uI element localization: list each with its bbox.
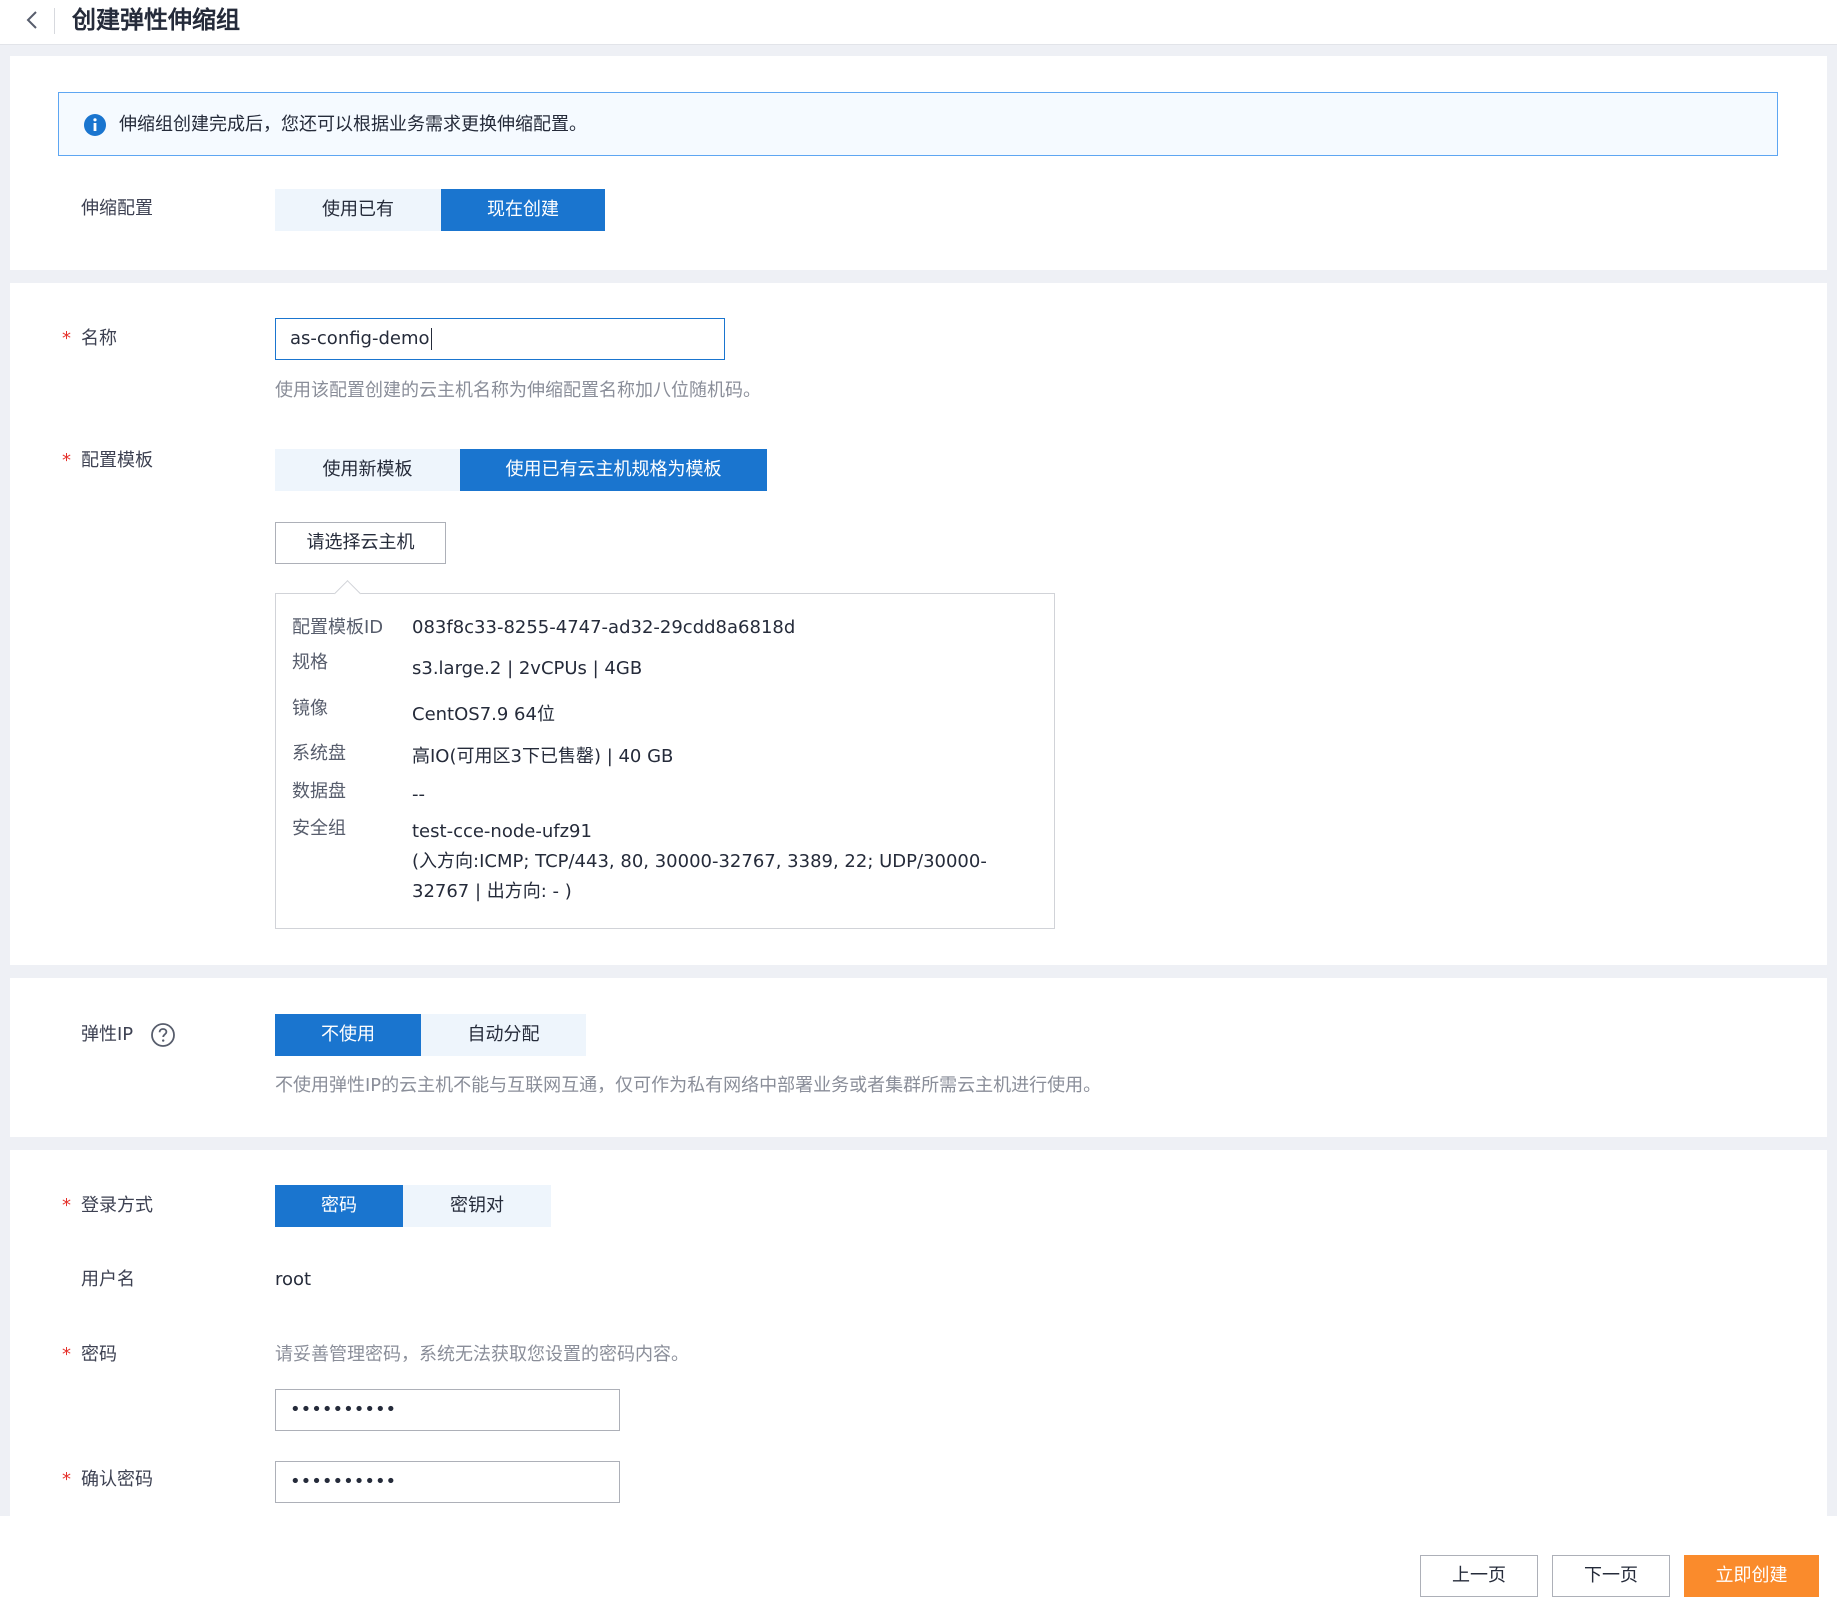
template-label: 配置模板 [81, 450, 153, 471]
security-group-rules: (入方向:ICMP; TCP/443, 80, 30000-32767, 338… [412, 851, 987, 902]
eip-card [10, 978, 1827, 1137]
name-hint: 使用该配置创建的云主机名称为伸缩配置名称加八位随机码。 [275, 380, 761, 401]
security-group-name: test-cce-node-ufz91 [412, 821, 592, 842]
eip-label: 弹性IP [81, 1024, 134, 1045]
username-value: root [275, 1269, 312, 1290]
eip-hint: 不使用弹性IP的云主机不能与互联网互通，仅可作为私有网络中部署业务或者集群所需云… [275, 1075, 1102, 1096]
eip-auto-button[interactable]: 自动分配 [421, 1014, 586, 1056]
password-label: 密码 [81, 1344, 117, 1365]
name-input-value: as-config-demo [290, 328, 430, 349]
security-group-key: 安全组 [292, 818, 346, 839]
scaling-config-card [10, 56, 1827, 270]
back-button[interactable] [18, 6, 46, 34]
login-keypair-button[interactable]: 密钥对 [403, 1185, 551, 1227]
image-value: CentOS7.9 64位 [412, 704, 555, 725]
prev-page-button[interactable]: 上一页 [1420, 1555, 1538, 1597]
page-title: 创建弹性伸缩组 [72, 6, 240, 34]
username-label: 用户名 [81, 1269, 135, 1290]
data-disk-value: -- [412, 784, 425, 805]
next-page-button[interactable]: 下一页 [1552, 1555, 1670, 1597]
confirm-password-label: 确认密码 [81, 1469, 153, 1490]
select-vm-button[interactable]: 请选择云主机 [275, 522, 446, 564]
login-label: 登录方式 [81, 1195, 153, 1216]
template-selector: 使用新模板 使用已有云主机规格为模板 [275, 449, 767, 491]
chevron-left-icon [26, 11, 37, 29]
name-required-mark: * [62, 328, 71, 349]
system-disk-key: 系统盘 [292, 743, 346, 764]
data-disk-key: 数据盘 [292, 781, 346, 802]
spec-value: s3.large.2 | 2vCPUs | 4GB [412, 658, 643, 679]
notice-text: 伸缩组创建完成后，您还可以根据业务需求更换伸缩配置。 [119, 114, 587, 135]
name-input[interactable]: as-config-demo [275, 318, 725, 360]
page-header: 创建弹性伸缩组 [0, 0, 1837, 45]
template-id-key: 配置模板ID [292, 617, 384, 638]
create-now-submit-button[interactable]: 立即创建 [1684, 1555, 1819, 1597]
info-notice: 伸缩组创建完成后，您还可以根据业务需求更换伸缩配置。 [58, 92, 1778, 156]
login-required-mark: * [62, 1195, 71, 1216]
login-selector: 密码 密钥对 [275, 1185, 551, 1227]
confirm-password-input[interactable]: •••••••••• [275, 1461, 620, 1503]
template-id-value: 083f8c33-8255-4747-ad32-29cdd8a6818d [412, 617, 796, 638]
confirm-password-required-mark: * [62, 1469, 71, 1490]
login-password-button[interactable]: 密码 [275, 1185, 403, 1227]
text-cursor [430, 328, 432, 350]
scaling-config-label: 伸缩配置 [81, 198, 153, 219]
password-input[interactable]: •••••••••• [275, 1389, 620, 1431]
spec-key: 规格 [292, 652, 328, 673]
password-required-mark: * [62, 1344, 71, 1365]
template-detail-panel: 配置模板ID 083f8c33-8255-4747-ad32-29cdd8a68… [275, 580, 1055, 929]
name-label: 名称 [81, 328, 117, 349]
header-divider [54, 8, 55, 34]
use-existing-button[interactable]: 使用已有 [275, 189, 441, 231]
template-required-mark: * [62, 450, 71, 471]
eip-none-button[interactable]: 不使用 [275, 1014, 421, 1056]
eip-selector: 不使用 自动分配 [275, 1014, 586, 1056]
system-disk-value: 高IO(可用区3下已售罄) | 40 GB [412, 746, 674, 767]
question-circle-icon[interactable] [150, 1022, 176, 1048]
info-icon [84, 114, 106, 136]
password-hint: 请妥善管理密码，系统无法获取您设置的密码内容。 [275, 1344, 689, 1365]
image-key: 镜像 [292, 698, 328, 719]
scaling-config-selector: 使用已有 现在创建 [275, 189, 605, 231]
create-now-button[interactable]: 现在创建 [441, 189, 605, 231]
new-template-button[interactable]: 使用新模板 [275, 449, 460, 491]
existing-vm-template-button[interactable]: 使用已有云主机规格为模板 [460, 449, 767, 491]
